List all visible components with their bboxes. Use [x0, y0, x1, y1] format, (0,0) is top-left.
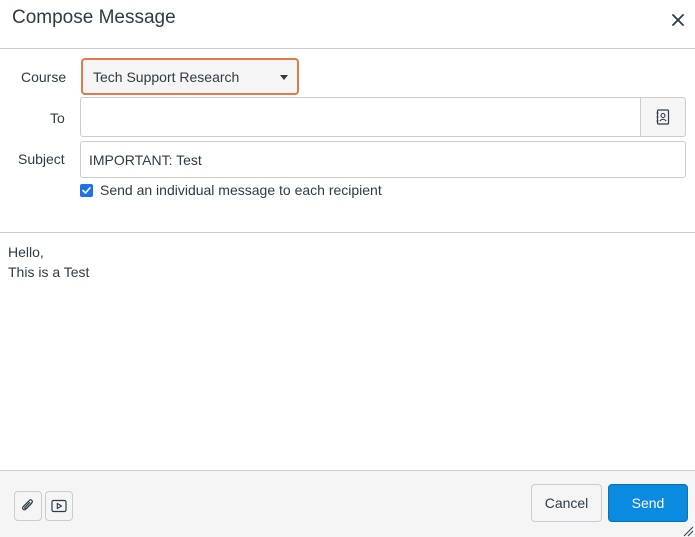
- media-icon: [51, 499, 67, 513]
- address-book-icon: [656, 109, 670, 125]
- chevron-down-icon: [280, 75, 288, 80]
- paperclip-icon: [22, 499, 33, 511]
- course-label: Course: [21, 69, 67, 85]
- checkmark-icon: [82, 187, 91, 194]
- attach-file-button[interactable]: [14, 491, 42, 521]
- close-button[interactable]: [667, 9, 689, 31]
- dialog-footer: Cancel Send: [0, 470, 695, 537]
- subject-input[interactable]: [80, 141, 686, 178]
- send-button[interactable]: Send: [608, 484, 688, 522]
- resize-grip-icon[interactable]: [682, 525, 694, 537]
- course-select[interactable]: Tech Support Research: [81, 58, 299, 95]
- address-book-button[interactable]: [640, 97, 686, 137]
- dialog-header: Compose Message: [0, 0, 695, 49]
- message-body[interactable]: Hello, This is a Test: [0, 233, 695, 470]
- compose-form: Course Tech Support Research To Subject …: [0, 49, 695, 233]
- message-body-line: This is a Test: [8, 264, 90, 280]
- dialog-title: Compose Message: [12, 7, 176, 28]
- cancel-button[interactable]: Cancel: [531, 484, 602, 522]
- individual-message-label: Send an individual message to each recip…: [100, 182, 382, 198]
- compose-message-dialog: Compose Message Course Tech Support Rese…: [0, 0, 695, 537]
- to-input[interactable]: [80, 97, 641, 137]
- record-media-button[interactable]: [45, 491, 73, 521]
- message-body-line: Hello,: [8, 244, 44, 260]
- subject-label: Subject: [18, 151, 65, 167]
- course-select-value: Tech Support Research: [93, 69, 240, 85]
- to-label: To: [50, 110, 65, 126]
- individual-message-checkbox[interactable]: [80, 184, 93, 197]
- close-icon: [672, 14, 684, 26]
